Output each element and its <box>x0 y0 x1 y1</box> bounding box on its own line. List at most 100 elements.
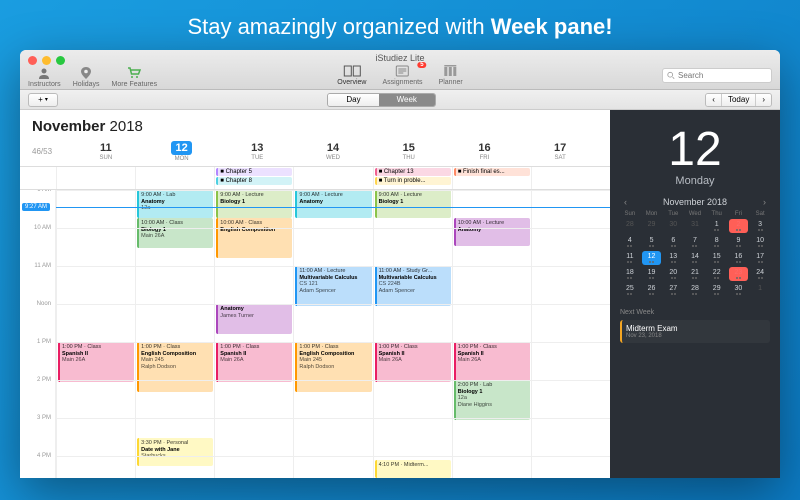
today-button[interactable]: Today <box>722 94 756 106</box>
mini-day-cell[interactable]: 3 <box>750 219 770 233</box>
calendar-event[interactable]: 10:00 AM · ClassBiology 1Main 26A <box>137 218 213 248</box>
next-week-item[interactable]: Midterm Exam Nov 23, 2018 <box>620 320 770 343</box>
day-header[interactable]: 11SUN <box>68 142 144 161</box>
calendar-event[interactable]: 4:10 PM · Midterm... <box>375 460 451 478</box>
add-button[interactable]: +▾ <box>28 93 58 107</box>
day-header[interactable]: 14WED <box>295 142 371 161</box>
calendar-event[interactable]: 2:00 PM · LabBiology 112aDiane Higgins <box>454 380 530 420</box>
zoom-icon[interactable] <box>56 56 65 65</box>
mini-day-cell[interactable]: 28 <box>685 283 705 297</box>
mini-day-cell[interactable]: 17 <box>750 251 770 265</box>
holidays-button[interactable]: Holidays <box>73 66 100 88</box>
mini-day-cell[interactable]: 5 <box>642 235 662 249</box>
tab-assignments[interactable]: 5 Assignments <box>382 64 422 86</box>
day-header[interactable]: 17SAT <box>522 142 598 161</box>
allday-chip[interactable]: ■ Chapter 8 <box>216 177 292 185</box>
hour-label: 1 PM <box>37 339 51 345</box>
mini-next-month[interactable]: › <box>759 197 770 207</box>
mini-dow-header: Mon <box>642 211 662 217</box>
mini-day-cell[interactable]: 30 <box>663 219 683 233</box>
hour-label: 4 PM <box>37 453 51 459</box>
instructors-button[interactable]: Instructors <box>28 66 61 88</box>
mini-day-cell[interactable]: 4 <box>620 235 640 249</box>
hour-label: Noon <box>37 301 51 307</box>
allday-chip[interactable]: ■ Turn in proble... <box>375 177 451 185</box>
calendar-event[interactable]: 10:00 AM · LectureAnatomy <box>454 218 530 246</box>
mini-prev-month[interactable]: ‹ <box>620 197 631 207</box>
day-header[interactable]: 12MON <box>144 141 220 162</box>
mini-day-cell[interactable]: 21 <box>685 267 705 281</box>
mini-dow-header: Thu <box>707 211 727 217</box>
mini-day-cell[interactable]: 10 <box>750 235 770 249</box>
day-header[interactable]: 13TUE <box>219 142 295 161</box>
close-icon[interactable] <box>28 56 37 65</box>
search-icon <box>667 71 675 80</box>
search-input[interactable] <box>662 68 772 83</box>
mini-day-cell[interactable]: 19 <box>642 267 662 281</box>
calendar-event[interactable]: 1:00 PM · ClassEnglish CompositionMain 2… <box>295 342 371 392</box>
mini-day-cell[interactable]: 20 <box>663 267 683 281</box>
mini-day-cell[interactable]: 22 <box>707 267 727 281</box>
mini-day-cell[interactable]: 8 <box>707 235 727 249</box>
mini-day-cell[interactable]: 29 <box>642 219 662 233</box>
now-indicator: 9:27 AM <box>20 203 610 211</box>
time-grid: 9 AM10 AM11 AMNoon1 PM2 PM3 PM4 PM 1:00 … <box>20 190 610 478</box>
view-day[interactable]: Day <box>328 94 378 106</box>
prev-week-button[interactable]: ‹ <box>706 94 722 106</box>
mini-day-cell[interactable]: 28 <box>620 219 640 233</box>
mini-day-cell[interactable]: 6 <box>663 235 683 249</box>
hour-label: 9 AM <box>37 190 51 193</box>
mini-month-label: November 2018 <box>663 197 727 207</box>
big-day-number: 12 <box>620 122 770 177</box>
mini-day-cell[interactable]: 25 <box>620 283 640 297</box>
next-week-button[interactable]: › <box>756 94 771 106</box>
mini-day-cell[interactable]: 18 <box>620 267 640 281</box>
mini-day-cell[interactable]: 13 <box>663 251 683 265</box>
mini-day-cell[interactable]: 27 <box>663 283 683 297</box>
calendar-event[interactable]: 11:00 AM · Study Gr...Multivariable Calc… <box>375 266 451 306</box>
sub-toolbar: +▾ Day Week ‹ Today › <box>20 90 780 110</box>
calendar-event[interactable]: 1:00 PM · ClassSpanish IIMain 26A <box>216 342 292 382</box>
mini-day-cell[interactable]: 2 <box>729 219 749 233</box>
person-icon <box>37 66 51 80</box>
calendar-event[interactable]: 10:00 AM · ClassEnglish Composition <box>216 218 292 258</box>
calendar-event[interactable]: 1:00 PM · ClassSpanish IIMain 26A <box>454 342 530 382</box>
calendar-event[interactable]: 1:00 PM · ClassEnglish CompositionMain 2… <box>137 342 213 392</box>
mini-day-cell[interactable]: 15 <box>707 251 727 265</box>
mini-day-cell[interactable]: 9 <box>729 235 749 249</box>
mini-day-cell[interactable]: 14 <box>685 251 705 265</box>
calendar-event[interactable]: 11:00 AM · LectureMultivariable Calculus… <box>295 266 371 306</box>
mini-day-cell[interactable]: 30 <box>729 283 749 297</box>
hour-label: 10 AM <box>34 225 51 231</box>
mini-day-cell[interactable]: 29 <box>707 283 727 297</box>
mini-day-cell[interactable]: 24 <box>750 267 770 281</box>
minimize-icon[interactable] <box>42 56 51 65</box>
hour-label: 2 PM <box>37 377 51 383</box>
calendar-event[interactable]: 3:30 PM · PersonalDate with JaneStarbuck… <box>137 438 213 466</box>
mini-day-cell[interactable]: 31 <box>685 219 705 233</box>
mini-day-cell[interactable]: 11 <box>620 251 640 265</box>
mini-day-cell[interactable]: 16 <box>729 251 749 265</box>
calendar-event[interactable]: AnatomyJames Turner <box>216 304 292 334</box>
mini-dow-header: Tue <box>663 211 683 217</box>
mini-day-cell[interactable]: 26 <box>642 283 662 297</box>
mini-day-cell[interactable]: 12 <box>642 251 662 265</box>
view-week[interactable]: Week <box>379 94 435 106</box>
mini-day-cell[interactable]: 1 <box>707 219 727 233</box>
more-features-button[interactable]: More Features <box>112 66 158 88</box>
mini-day-cell[interactable]: 7 <box>685 235 705 249</box>
day-header[interactable]: 16FRI <box>447 142 523 161</box>
traffic-lights <box>28 56 65 65</box>
tab-overview[interactable]: Overview <box>337 64 366 86</box>
column-icon <box>442 64 460 78</box>
calendar-event[interactable]: 1:00 PM · ClassSpanish IIMain 26A <box>58 342 134 382</box>
allday-chip[interactable]: ■ Chapter 5 <box>216 168 292 176</box>
window-title: iStudiez Lite <box>375 53 424 63</box>
allday-chip[interactable]: ■ Chapter 13 <box>375 168 451 176</box>
tab-planner[interactable]: Planner <box>439 64 463 86</box>
mini-day-cell[interactable]: 1 <box>750 283 770 297</box>
mini-day-cell[interactable]: 23 <box>729 267 749 281</box>
day-header[interactable]: 15THU <box>371 142 447 161</box>
allday-chip[interactable]: ■ Finish final es... <box>454 168 530 176</box>
calendar-event[interactable]: 1:00 PM · ClassSpanish IIMain 26A <box>375 342 451 382</box>
